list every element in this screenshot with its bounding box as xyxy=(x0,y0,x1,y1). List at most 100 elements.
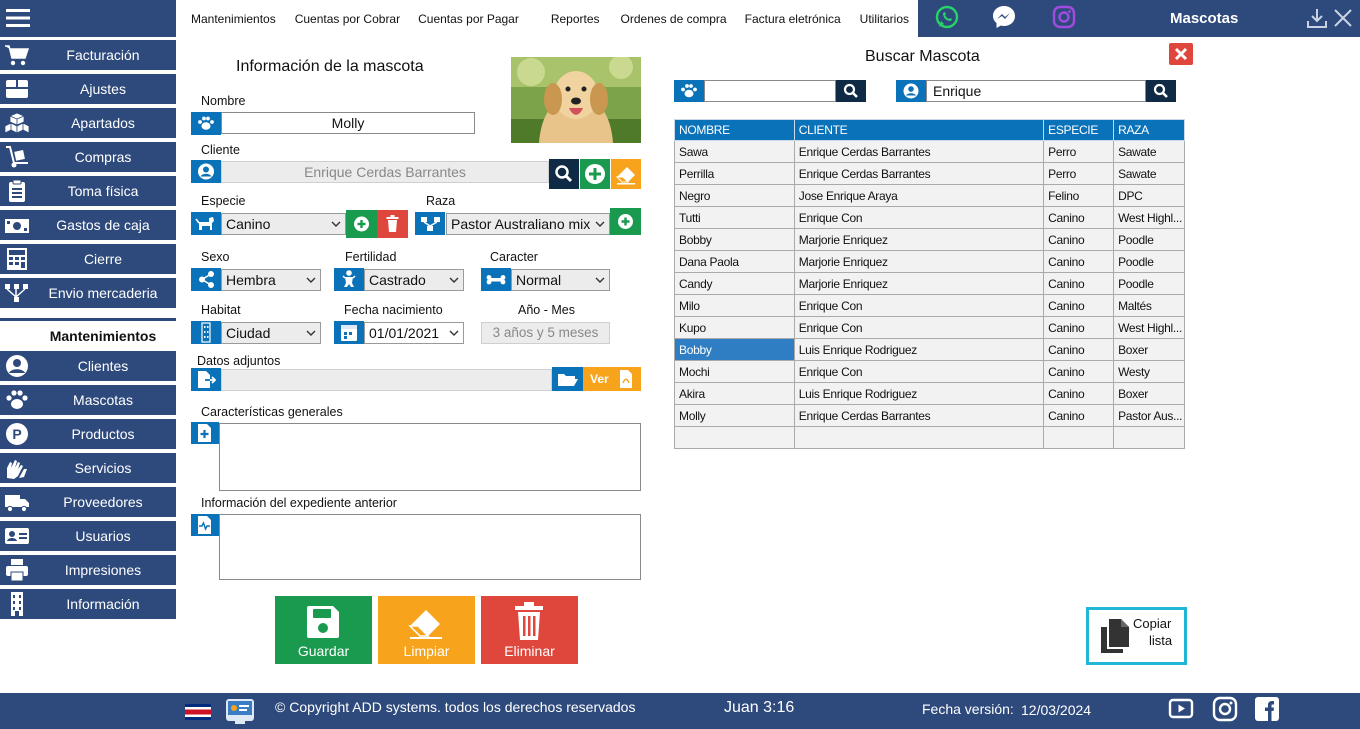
copy-list-button[interactable]: Copiar lista xyxy=(1086,607,1187,665)
table-row[interactable]: Molly Enrique Cerdas Barrantes Canino Pasto… xyxy=(674,404,1185,427)
nav-utilitarios[interactable]: Utilitarios xyxy=(860,12,909,26)
caracter-select[interactable]: Normal xyxy=(511,269,610,291)
table-cell[interactable]: Boxer xyxy=(1113,382,1185,405)
table-row[interactable]: Kupo Enrique Con Canino West Highl... xyxy=(674,316,1185,339)
raza-select[interactable]: Pastor Australiano mix xyxy=(446,213,610,235)
ver-button[interactable]: Ver xyxy=(583,367,641,391)
client-search-input[interactable]: Enrique xyxy=(926,80,1146,102)
table-cell[interactable]: Canino xyxy=(1043,338,1115,361)
nav-cuentas-pagar[interactable]: Cuentas por Pagar xyxy=(418,12,519,26)
open-folder-button[interactable] xyxy=(552,367,583,391)
nombre-field[interactable]: Molly xyxy=(221,112,475,134)
table-cell[interactable]: Luis Enrique Rodriguez xyxy=(793,338,1045,361)
sidebar-item-mascotas[interactable]: Mascotas xyxy=(0,385,176,415)
table-cell[interactable]: Mochi xyxy=(674,360,795,383)
habitat-select[interactable]: Ciudad xyxy=(221,322,321,344)
eliminar-button[interactable]: Eliminar xyxy=(481,596,578,664)
sidebar-item-proveedores[interactable]: Proveedores xyxy=(0,487,176,517)
table-cell[interactable] xyxy=(1043,426,1115,449)
table-cell[interactable]: Enrique Con xyxy=(793,206,1045,229)
column-header-cliente[interactable]: CLIENTE xyxy=(793,119,1045,141)
table-cell[interactable]: Milo xyxy=(674,294,795,317)
table-row[interactable]: Candy Marjorie Enriquez Canino Poodle xyxy=(674,272,1185,295)
add-especie-button[interactable] xyxy=(346,210,377,238)
messenger-icon[interactable] xyxy=(991,4,1017,30)
client-search-button[interactable] xyxy=(1146,80,1176,102)
expediente-textarea[interactable] xyxy=(219,514,641,580)
table-row[interactable]: Mochi Enrique Con Canino Westy xyxy=(674,360,1185,383)
sidebar-item-clientes[interactable]: Clientes xyxy=(0,351,176,381)
pet-search-button[interactable] xyxy=(836,80,866,102)
table-row[interactable]: Bobby Marjorie Enriquez Canino Poodle xyxy=(674,228,1185,251)
table-cell[interactable]: DPC xyxy=(1113,184,1185,207)
sidebar-item-impresiones[interactable]: Impresiones xyxy=(0,555,176,585)
search-client-button[interactable] xyxy=(549,159,579,189)
nav-mantenimientos[interactable]: Mantenimientos xyxy=(191,12,276,26)
clear-client-button[interactable] xyxy=(611,159,641,189)
fertilidad-select[interactable]: Castrado xyxy=(364,269,464,291)
table-cell[interactable]: Pastor Aus... xyxy=(1113,404,1185,427)
adjuntos-field[interactable] xyxy=(221,369,552,391)
table-cell[interactable]: Canino xyxy=(1043,228,1115,251)
nav-factura-electronica[interactable]: Factura eletrónica xyxy=(745,12,841,26)
table-cell[interactable]: Jose Enrique Araya xyxy=(793,184,1045,207)
nav-reportes[interactable]: Reportes xyxy=(551,12,600,26)
sidebar-item-apartados[interactable]: Apartados xyxy=(0,108,176,138)
table-cell[interactable]: Sawate xyxy=(1113,140,1185,163)
fecha-picker[interactable]: 01/01/2021 xyxy=(364,322,464,344)
table-row[interactable]: Bobby Luis Enrique Rodriguez Canino Boxer xyxy=(674,338,1185,361)
menu-button[interactable] xyxy=(0,0,176,37)
column-header-nombre[interactable]: NOMBRE xyxy=(674,119,795,141)
especie-select[interactable]: Canino xyxy=(221,213,346,235)
close-window-icon[interactable] xyxy=(1332,7,1354,29)
pet-search-input[interactable] xyxy=(704,80,836,102)
nav-cuentas-cobrar[interactable]: Cuentas por Cobrar xyxy=(295,12,400,26)
instagram-icon[interactable] xyxy=(1212,696,1238,722)
instagram-icon[interactable] xyxy=(1051,4,1077,30)
table-cell[interactable]: Maltés xyxy=(1113,294,1185,317)
sidebar-item-envio-mercaderia[interactable]: Envio mercaderia xyxy=(0,278,176,308)
sidebar-item-informacion[interactable]: Información xyxy=(0,589,176,619)
facebook-icon[interactable] xyxy=(1254,696,1280,722)
cliente-field[interactable]: Enrique Cerdas Barrantes xyxy=(221,161,549,183)
table-cell[interactable]: Canino xyxy=(1043,206,1115,229)
sidebar-item-servicios[interactable]: Servicios xyxy=(0,453,176,483)
nav-ordenes-compra[interactable]: Ordenes de compra xyxy=(621,12,727,26)
add-client-button[interactable] xyxy=(580,159,610,189)
table-cell[interactable]: Perrilla xyxy=(674,162,795,185)
table-cell[interactable]: Westy xyxy=(1113,360,1185,383)
table-cell[interactable] xyxy=(793,426,1045,449)
table-cell[interactable]: Canino xyxy=(1043,250,1115,273)
table-cell[interactable]: Canino xyxy=(1043,316,1115,339)
table-cell[interactable]: Sawate xyxy=(1113,162,1185,185)
table-row[interactable]: Milo Enrique Con Canino Maltés xyxy=(674,294,1185,317)
table-cell[interactable]: Bobby xyxy=(674,338,795,361)
table-cell[interactable]: Poodle xyxy=(1113,272,1185,295)
delete-especie-button[interactable] xyxy=(377,210,408,238)
table-cell[interactable]: Perro xyxy=(1043,140,1115,163)
sidebar-item-compras[interactable]: Compras xyxy=(0,142,176,172)
table-cell[interactable]: Marjorie Enriquez xyxy=(793,250,1045,273)
table-cell[interactable]: Felino xyxy=(1043,184,1115,207)
sidebar-item-gastos-caja[interactable]: Gastos de caja xyxy=(0,210,176,240)
sidebar-item-usuarios[interactable]: Usuarios xyxy=(0,521,176,551)
guardar-button[interactable]: Guardar xyxy=(275,596,372,664)
table-cell[interactable]: Sawa xyxy=(674,140,795,163)
table-cell[interactable]: Enrique Cerdas Barrantes xyxy=(793,140,1045,163)
table-cell[interactable]: Marjorie Enriquez xyxy=(793,272,1045,295)
table-cell[interactable]: West Highl... xyxy=(1113,206,1185,229)
table-cell[interactable]: Canino xyxy=(1043,294,1115,317)
table-cell[interactable]: Poodle xyxy=(1113,250,1185,273)
sidebar-item-ajustes[interactable]: Ajustes xyxy=(0,74,176,104)
table-cell[interactable]: Perro xyxy=(1043,162,1115,185)
table-cell[interactable]: Dana Paola xyxy=(674,250,795,273)
sidebar-item-toma-fisica[interactable]: Toma física xyxy=(0,176,176,206)
table-cell[interactable] xyxy=(674,426,795,449)
close-search-button[interactable] xyxy=(1169,43,1193,65)
table-row[interactable]: Dana Paola Marjorie Enriquez Canino Poodle xyxy=(674,250,1185,273)
table-row[interactable]: Tutti Enrique Con Canino West Highl... xyxy=(674,206,1185,229)
table-cell[interactable]: Boxer xyxy=(1113,338,1185,361)
table-row[interactable]: Negro Jose Enrique Araya Felino DPC xyxy=(674,184,1185,207)
table-cell[interactable]: Kupo xyxy=(674,316,795,339)
limpiar-button[interactable]: Limpiar xyxy=(378,596,475,664)
